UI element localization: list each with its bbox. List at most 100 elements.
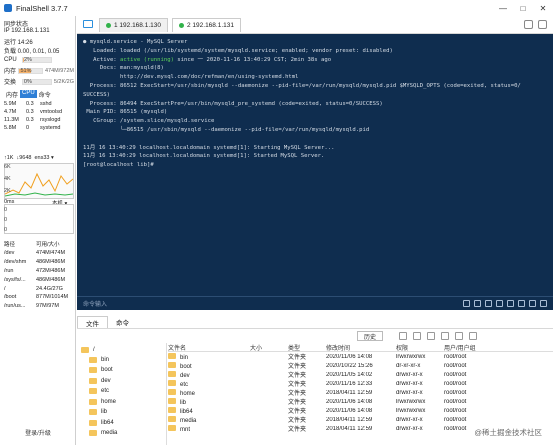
history-icon[interactable]: [463, 300, 470, 307]
process-tab-cpu[interactable]: CPU: [20, 90, 37, 98]
terminal-output[interactable]: ● mysqld.service - MySQL Server Loaded: …: [77, 34, 553, 296]
process-memory: 5.8M: [4, 125, 17, 131]
net-interface-select[interactable]: ens33 ▾: [34, 155, 53, 161]
column-size[interactable]: 大小: [250, 343, 288, 352]
file-row[interactable]: dev 文件夹 2020/11/05 14:02 drwxr-xr-x root/roo…: [168, 370, 553, 379]
app-logo-icon: [4, 4, 12, 12]
sync-status-link[interactable]: 同步状态: [4, 19, 28, 28]
process-row[interactable]: 5.8M 0 systemd: [4, 124, 74, 132]
search-icon[interactable]: [474, 300, 481, 307]
file-row[interactable]: bin 文件夹 2020/11/06 14:08 lrwxrwxrwx root/roo…: [168, 352, 553, 361]
tree-item[interactable]: bin: [89, 355, 109, 364]
column-owner[interactable]: 用户/用户组: [444, 343, 494, 352]
disk-row[interactable]: /sys/fs/... 486M/486M: [4, 275, 76, 284]
tree-item[interactable]: lib64: [89, 418, 114, 427]
fullscreen-icon[interactable]: [540, 300, 547, 307]
file-list-header: 文件名 大小 类型 修改时间 权限 用户/用户组: [168, 343, 553, 352]
file-type: 文件夹: [288, 382, 307, 388]
disk-usage: 97M/97M: [36, 303, 59, 310]
process-row[interactable]: 5.9M 0.3 sshd: [4, 100, 74, 108]
history-button[interactable]: 历史: [357, 331, 384, 341]
tree-item[interactable]: dev: [89, 376, 111, 385]
swap-bar: 0%: [21, 78, 52, 85]
terminal-line: CGroup: /system.slice/mysqld.service: [83, 118, 215, 125]
tree-item[interactable]: lib: [89, 408, 107, 417]
file-modified: 2020/11/06 14:08: [326, 407, 373, 414]
minimize-button[interactable]: —: [493, 0, 513, 16]
process-tab-command[interactable]: 命令: [37, 90, 53, 99]
folder-icon: [89, 377, 97, 384]
file-modified: 2018/04/11 12:59: [326, 425, 373, 432]
disk-row[interactable]: /boot 877M/1014M: [4, 293, 76, 302]
process-row[interactable]: 4.7M 0.3 vmtoolsd: [4, 108, 74, 116]
settings-icon[interactable]: [538, 20, 547, 29]
copy-icon[interactable]: [485, 300, 492, 307]
memory-label: 内存: [4, 69, 17, 75]
disk-row[interactable]: / 24.4G/27G: [4, 284, 76, 293]
folder-icon[interactable]: [83, 20, 93, 28]
network-graph-svg: [4, 172, 74, 197]
disk-row[interactable]: /dev 474M/474M: [4, 249, 76, 258]
file-type: 文件夹: [288, 364, 307, 370]
command-input-placeholder: 命令输入: [83, 302, 108, 308]
net-scale-6k: 6K: [4, 164, 11, 170]
new-folder-icon[interactable]: [427, 332, 435, 340]
column-name[interactable]: 文件名: [168, 343, 250, 352]
session-tab-1[interactable]: 1 192.168.1.130: [99, 18, 168, 32]
file-row[interactable]: boot 文件夹 2020/10/22 15:26 dr-xr-xr-x root/ro…: [168, 361, 553, 370]
tree-item[interactable]: boot: [89, 366, 113, 375]
file-permissions: lrwxrwxrwx: [396, 407, 426, 414]
column-type[interactable]: 类型: [288, 343, 326, 352]
folder-icon: [89, 367, 97, 373]
folder-icon: [168, 379, 176, 386]
tree-root[interactable]: /: [81, 345, 95, 354]
process-row[interactable]: 11.3M 0.3 rsyslogd: [4, 116, 74, 124]
ping-scale-1: 0: [4, 207, 8, 213]
file-row[interactable]: lib 文件夹 2020/11/06 14:08 lrwxrwxrwx root/roo…: [168, 397, 553, 406]
file-permissions: dr-xr-xr-x: [396, 362, 421, 369]
disk-row[interactable]: /dev/shm 486M/486M: [4, 258, 76, 267]
command-input-bar[interactable]: 命令输入: [77, 296, 553, 310]
tab-files[interactable]: 文件: [77, 316, 108, 328]
disk-row[interactable]: /run/us... 97M/97M: [4, 302, 76, 311]
close-button[interactable]: ✕: [533, 0, 553, 16]
file-name-cell: mnt: [168, 424, 250, 433]
settings-icon[interactable]: [518, 300, 525, 307]
file-rows: bin 文件夹 2020/11/06 14:08 lrwxrwxrwx root/roo…: [168, 352, 553, 433]
tree-item[interactable]: media: [89, 429, 117, 438]
download-icon[interactable]: [455, 332, 463, 340]
session-tab-2[interactable]: 2 192.168.1.131: [172, 18, 241, 32]
file-row[interactable]: home 文件夹 2018/04/11 12:59 drwxr-xr-x root/ro…: [168, 388, 553, 397]
scroll-icon[interactable]: [529, 300, 536, 307]
tree-item[interactable]: home: [89, 397, 116, 406]
process-list: 5.9M 0.3 sshd 4.7M 0.3 vmtoolsd 11.3M 0.3 rsyslo…: [4, 100, 74, 132]
tab-commands[interactable]: 命令: [108, 316, 137, 328]
file-row[interactable]: etc 文件夹 2020/11/16 12:33 drwxr-xr-x root/roo…: [168, 379, 553, 388]
file-owner: root/root: [444, 353, 467, 360]
folder-icon: [168, 361, 176, 368]
layout-icon[interactable]: [524, 20, 533, 29]
maximize-button[interactable]: □: [513, 0, 533, 16]
process-memory: 11.3M: [4, 117, 19, 123]
delete-icon[interactable]: [469, 332, 477, 340]
clear-icon[interactable]: [507, 300, 514, 307]
disk-header: 路径 可用/大小: [4, 240, 76, 248]
column-permissions[interactable]: 权限: [396, 343, 444, 352]
file-toolbar-tools: [399, 332, 477, 340]
paste-icon[interactable]: [496, 300, 503, 307]
file-row[interactable]: media 文件夹 2018/04/11 12:59 drwxr-xr-x root/r…: [168, 415, 553, 424]
file-modified: 2018/04/11 12:59: [326, 416, 373, 423]
file-modified: 2020/10/22 15:26: [326, 362, 373, 369]
upload-icon[interactable]: [441, 332, 449, 340]
process-tab-memory[interactable]: 内存: [4, 90, 20, 99]
file-row[interactable]: lib64 文件夹 2020/11/06 14:08 lrwxrwxrwx root/r…: [168, 406, 553, 415]
file-owner: root/root: [444, 371, 467, 378]
terminal-line: Docs: man:mysqld(8): [83, 65, 164, 72]
column-modified[interactable]: 修改时间: [326, 343, 396, 352]
tree-item[interactable]: etc: [89, 387, 109, 396]
up-directory-icon[interactable]: [413, 332, 421, 340]
terminal-line: 11月 16 13:40:29 localhost.localdomain sy…: [83, 144, 335, 151]
refresh-icon[interactable]: [399, 332, 407, 340]
disk-row[interactable]: /run 472M/486M: [4, 267, 76, 276]
login-upgrade-link[interactable]: 登录/升级: [0, 428, 76, 437]
